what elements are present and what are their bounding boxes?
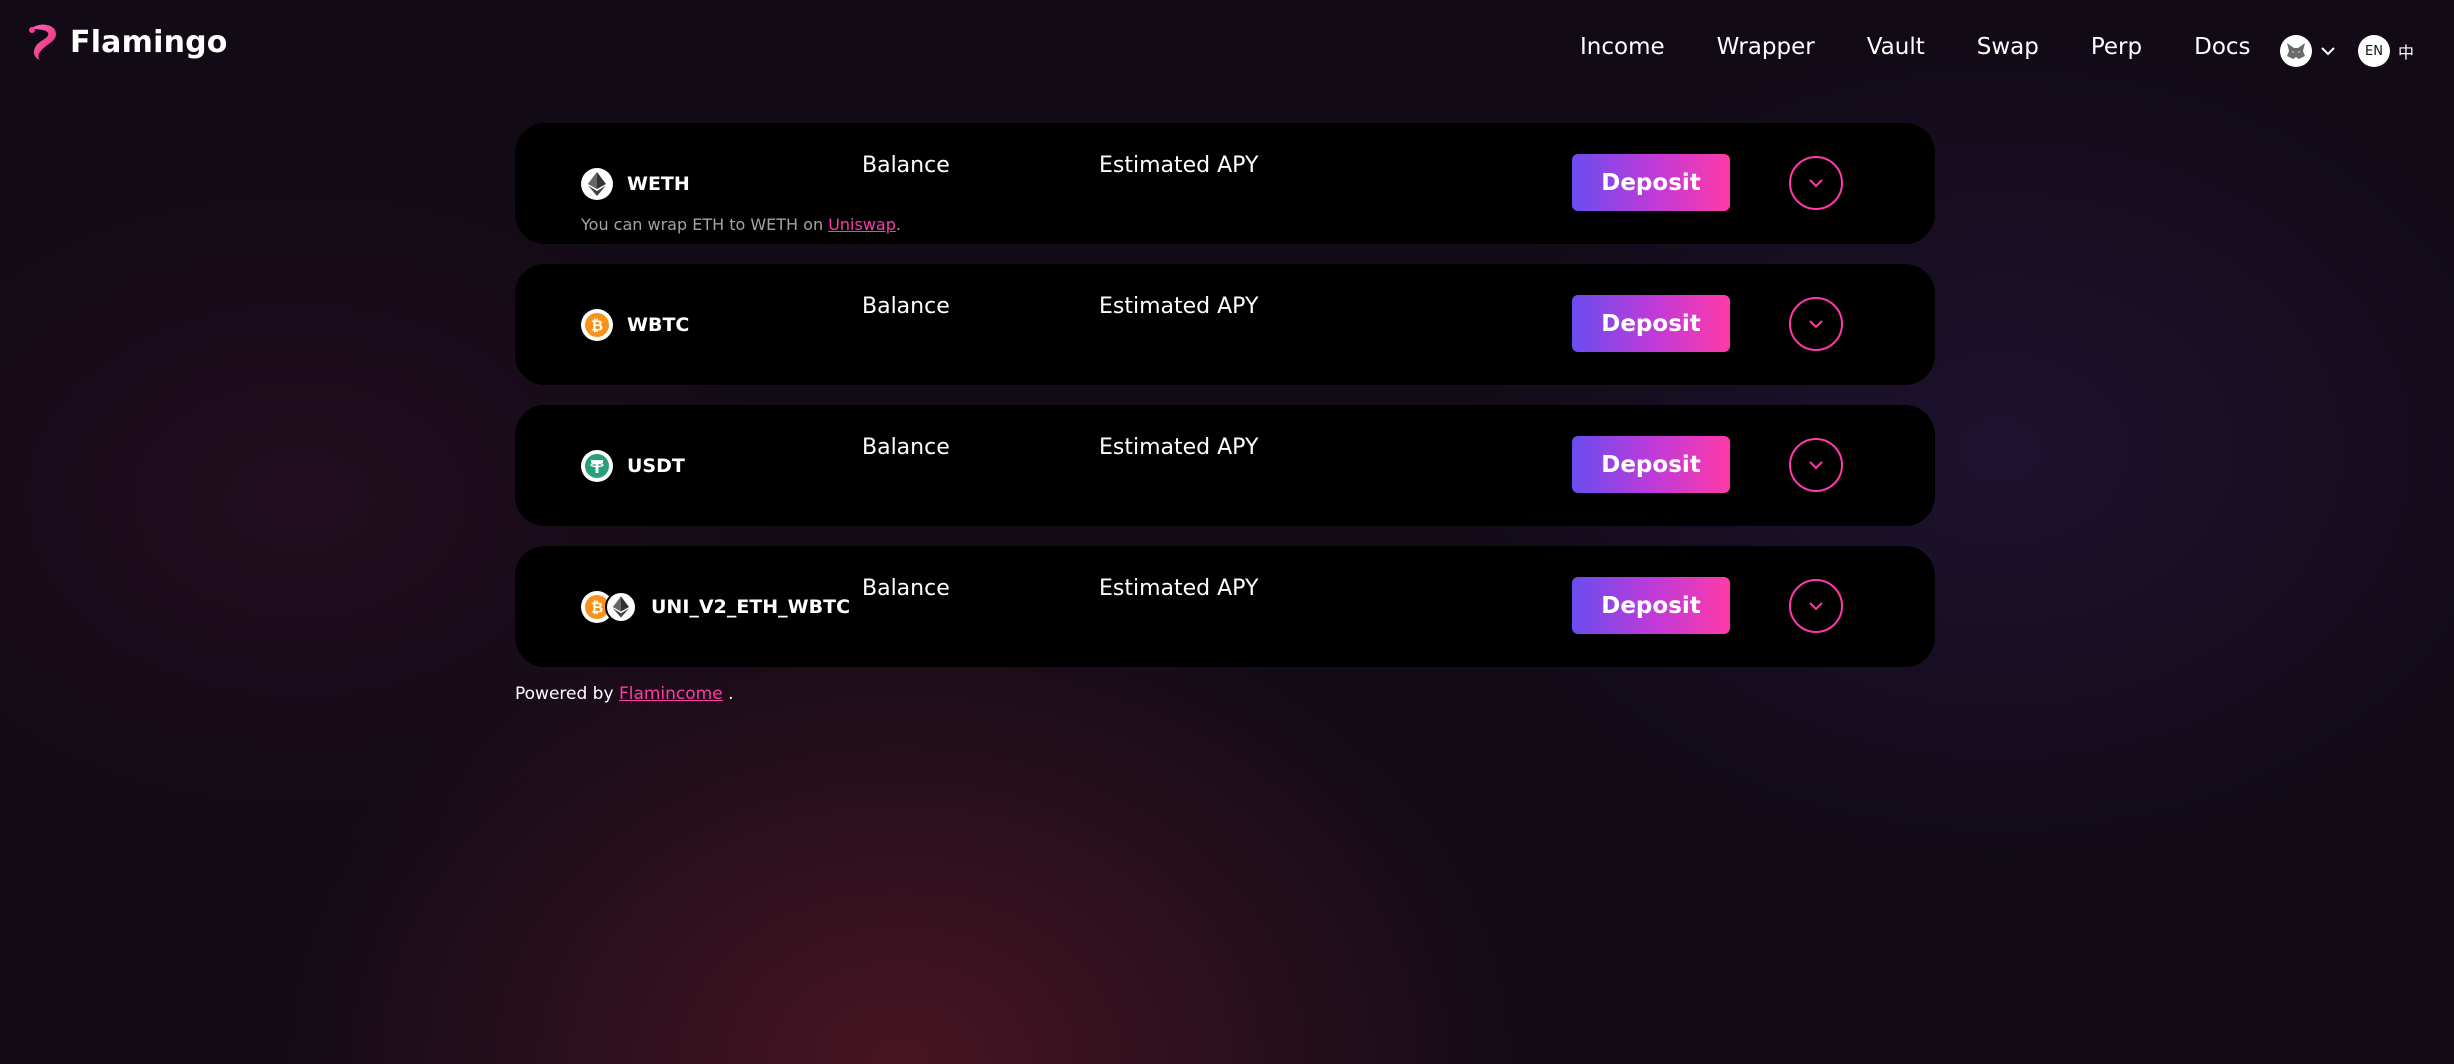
tether-icon xyxy=(581,450,613,482)
language-switcher[interactable]: EN 中 xyxy=(2358,35,2414,67)
nav-vault[interactable]: Vault xyxy=(1867,34,1925,60)
deposit-button[interactable]: Deposit xyxy=(1572,577,1730,634)
expand-button[interactable] xyxy=(1789,156,1843,210)
chevron-down-icon xyxy=(2321,47,2335,56)
balance-label: Balance xyxy=(862,153,950,178)
expand-button[interactable] xyxy=(1789,297,1843,351)
balance-label: Balance xyxy=(862,576,950,601)
eth-icon xyxy=(581,168,613,200)
token-info: WETH xyxy=(581,168,690,200)
chevron-down-icon xyxy=(1809,179,1823,188)
expand-button[interactable] xyxy=(1789,579,1843,633)
nav-wrapper[interactable]: Wrapper xyxy=(1717,34,1815,60)
svg-text:₿: ₿ xyxy=(591,599,603,617)
vault-card-weth: WETH Balance Estimated APY Deposit You c… xyxy=(515,123,1935,244)
token-info: USDT xyxy=(581,450,685,482)
language-current: EN xyxy=(2358,35,2390,67)
token-name: WETH xyxy=(627,173,690,195)
uniswap-link[interactable]: Uniswap xyxy=(828,215,896,234)
nav-income[interactable]: Income xyxy=(1580,34,1665,60)
btc-icon: ₿ xyxy=(581,309,613,341)
apy-label: Estimated APY xyxy=(1099,294,1259,319)
apy-label: Estimated APY xyxy=(1099,153,1259,178)
eth-icon xyxy=(605,591,637,623)
nav-swap[interactable]: Swap xyxy=(1977,34,2039,60)
flamingo-logo-icon xyxy=(29,24,56,60)
wrap-hint: You can wrap ETH to WETH on Uniswap. xyxy=(581,215,901,234)
chevron-down-icon xyxy=(1809,461,1823,470)
balance-label: Balance xyxy=(862,294,950,319)
main-nav: Income Wrapper Vault Swap Perp Docs xyxy=(1580,34,2251,60)
fox-icon xyxy=(2287,43,2305,59)
svg-text:₿: ₿ xyxy=(591,317,603,335)
nav-perp[interactable]: Perp xyxy=(2091,34,2142,60)
vault-card-usdt: USDT Balance Estimated APY Deposit xyxy=(515,405,1935,526)
chevron-down-icon xyxy=(1809,320,1823,329)
brand-logo[interactable]: Flamingo xyxy=(26,22,228,62)
apy-label: Estimated APY xyxy=(1099,576,1259,601)
deposit-button[interactable]: Deposit xyxy=(1572,295,1730,352)
nav-docs[interactable]: Docs xyxy=(2194,34,2250,60)
token-name: USDT xyxy=(627,455,685,477)
top-header: Flamingo Income Wrapper Vault Swap Perp … xyxy=(0,0,2454,92)
powered-by: Powered by Flamincome . xyxy=(515,684,734,704)
flamincome-link[interactable]: Flamincome xyxy=(619,684,723,704)
vault-list: WETH Balance Estimated APY Deposit You c… xyxy=(515,123,1935,687)
token-name: UNI_V2_ETH_WBTC xyxy=(651,596,851,618)
vault-card-uni-v2-eth-wbtc: ₿ UNI_V2_ETH_WBTC Balance Estimated APY … xyxy=(515,546,1935,667)
expand-button[interactable] xyxy=(1789,438,1843,492)
apy-label: Estimated APY xyxy=(1099,435,1259,460)
vault-card-wbtc: ₿ WBTC Balance Estimated APY Deposit xyxy=(515,264,1935,385)
chevron-down-icon xyxy=(1809,602,1823,611)
language-alt[interactable]: 中 xyxy=(2398,39,2414,63)
token-info: ₿ UNI_V2_ETH_WBTC xyxy=(581,591,850,623)
wallet-avatar xyxy=(2280,35,2312,67)
token-info: ₿ WBTC xyxy=(581,309,689,341)
token-name: WBTC xyxy=(627,314,690,336)
deposit-button[interactable]: Deposit xyxy=(1572,154,1730,211)
wallet-selector[interactable] xyxy=(2280,35,2336,67)
brand-name: Flamingo xyxy=(70,24,228,60)
balance-label: Balance xyxy=(862,435,950,460)
deposit-button[interactable]: Deposit xyxy=(1572,436,1730,493)
